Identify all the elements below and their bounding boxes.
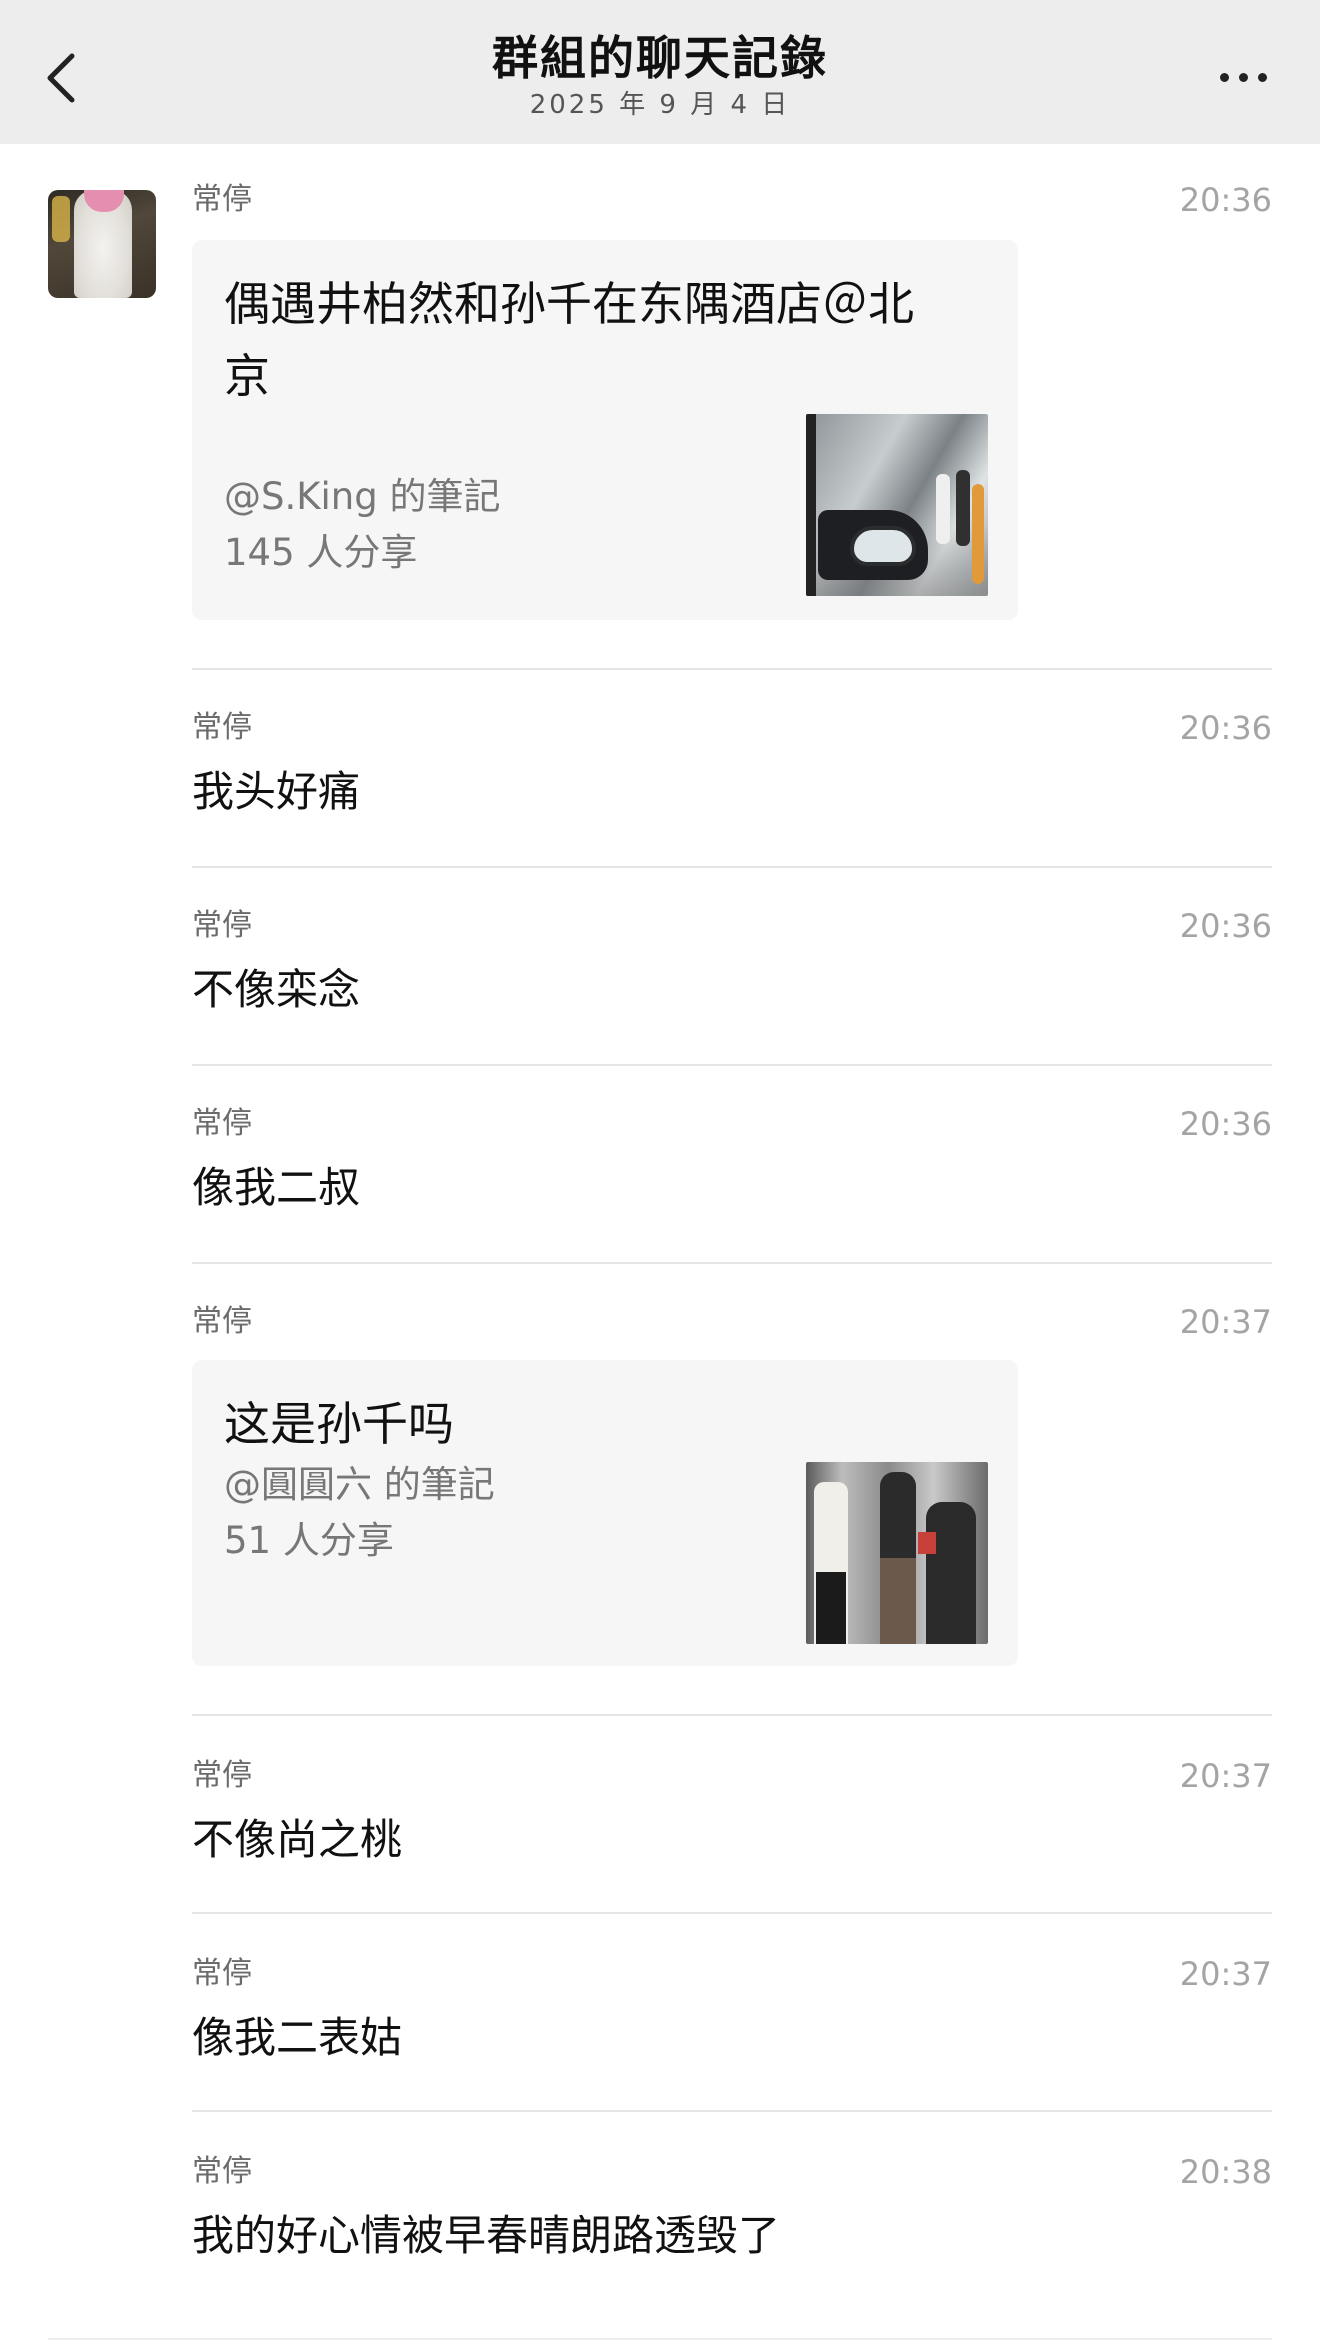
divider — [192, 1262, 1272, 1264]
message-text: 像我二表姑 — [192, 2013, 403, 2062]
sender-name: 常停 — [192, 908, 252, 943]
message-time: 20:36 — [1179, 181, 1272, 219]
message-time: 20:37 — [1179, 1955, 1272, 1993]
message-time: 20:36 — [1179, 709, 1272, 747]
navigation-bar: 群組的聊天記錄 2025 年 9 月 4 日 — [0, 0, 1320, 144]
more-button[interactable] — [1216, 60, 1272, 96]
sender-name: 常停 — [192, 710, 252, 745]
note-thumbnail — [806, 1462, 988, 1644]
message-time: 20:37 — [1179, 1303, 1272, 1341]
message-time: 20:36 — [1179, 907, 1272, 945]
note-card[interactable]: 这是孙千吗 @圓圓六 的筆記 51 人分享 — [192, 1360, 1018, 1666]
divider — [192, 1714, 1272, 1716]
message-time: 20:38 — [1179, 2153, 1272, 2191]
sender-name: 常停 — [192, 1956, 252, 1991]
note-share-count: 51 人分享 — [224, 1519, 394, 1562]
divider — [192, 2110, 1272, 2112]
message-text: 我头好痛 — [192, 767, 361, 816]
note-author: @圓圓六 的筆記 — [224, 1463, 495, 1506]
divider — [192, 1912, 1272, 1914]
note-title: 这是孙千吗 — [224, 1397, 454, 1451]
avatar[interactable] — [48, 190, 156, 298]
divider — [192, 1064, 1272, 1066]
note-card[interactable]: 偶遇井柏然和孙千在东隅酒店＠北京 @S.King 的筆記 145 人分享 — [192, 240, 1018, 620]
more-icon — [1220, 73, 1229, 82]
note-title: 偶遇井柏然和孙千在东隅酒店＠北京 — [224, 277, 914, 403]
message-time: 20:36 — [1179, 1105, 1272, 1143]
message-text: 像我二叔 — [192, 1163, 361, 1212]
message-text: 不像尚之桃 — [192, 1815, 403, 1864]
sender-name: 常停 — [192, 2154, 252, 2189]
note-share-count: 145 人分享 — [224, 531, 418, 574]
message-text: 不像栾念 — [192, 965, 361, 1014]
bottom-divider — [48, 2338, 1272, 2340]
divider — [192, 866, 1272, 868]
sender-name: 常停 — [192, 1758, 252, 1793]
page-title: 群組的聊天記錄 — [492, 31, 828, 85]
message-text: 我的好心情被早春晴朗路透毁了 — [192, 2211, 781, 2260]
sender-name: 常停 — [192, 182, 252, 217]
message-time: 20:37 — [1179, 1757, 1272, 1795]
chat-date: 2025 年 9 月 4 日 — [529, 90, 791, 120]
sender-name: 常停 — [192, 1106, 252, 1141]
sender-name: 常停 — [192, 1304, 252, 1339]
divider — [192, 668, 1272, 670]
note-thumbnail — [806, 414, 988, 596]
note-author: @S.King 的筆記 — [224, 475, 501, 518]
